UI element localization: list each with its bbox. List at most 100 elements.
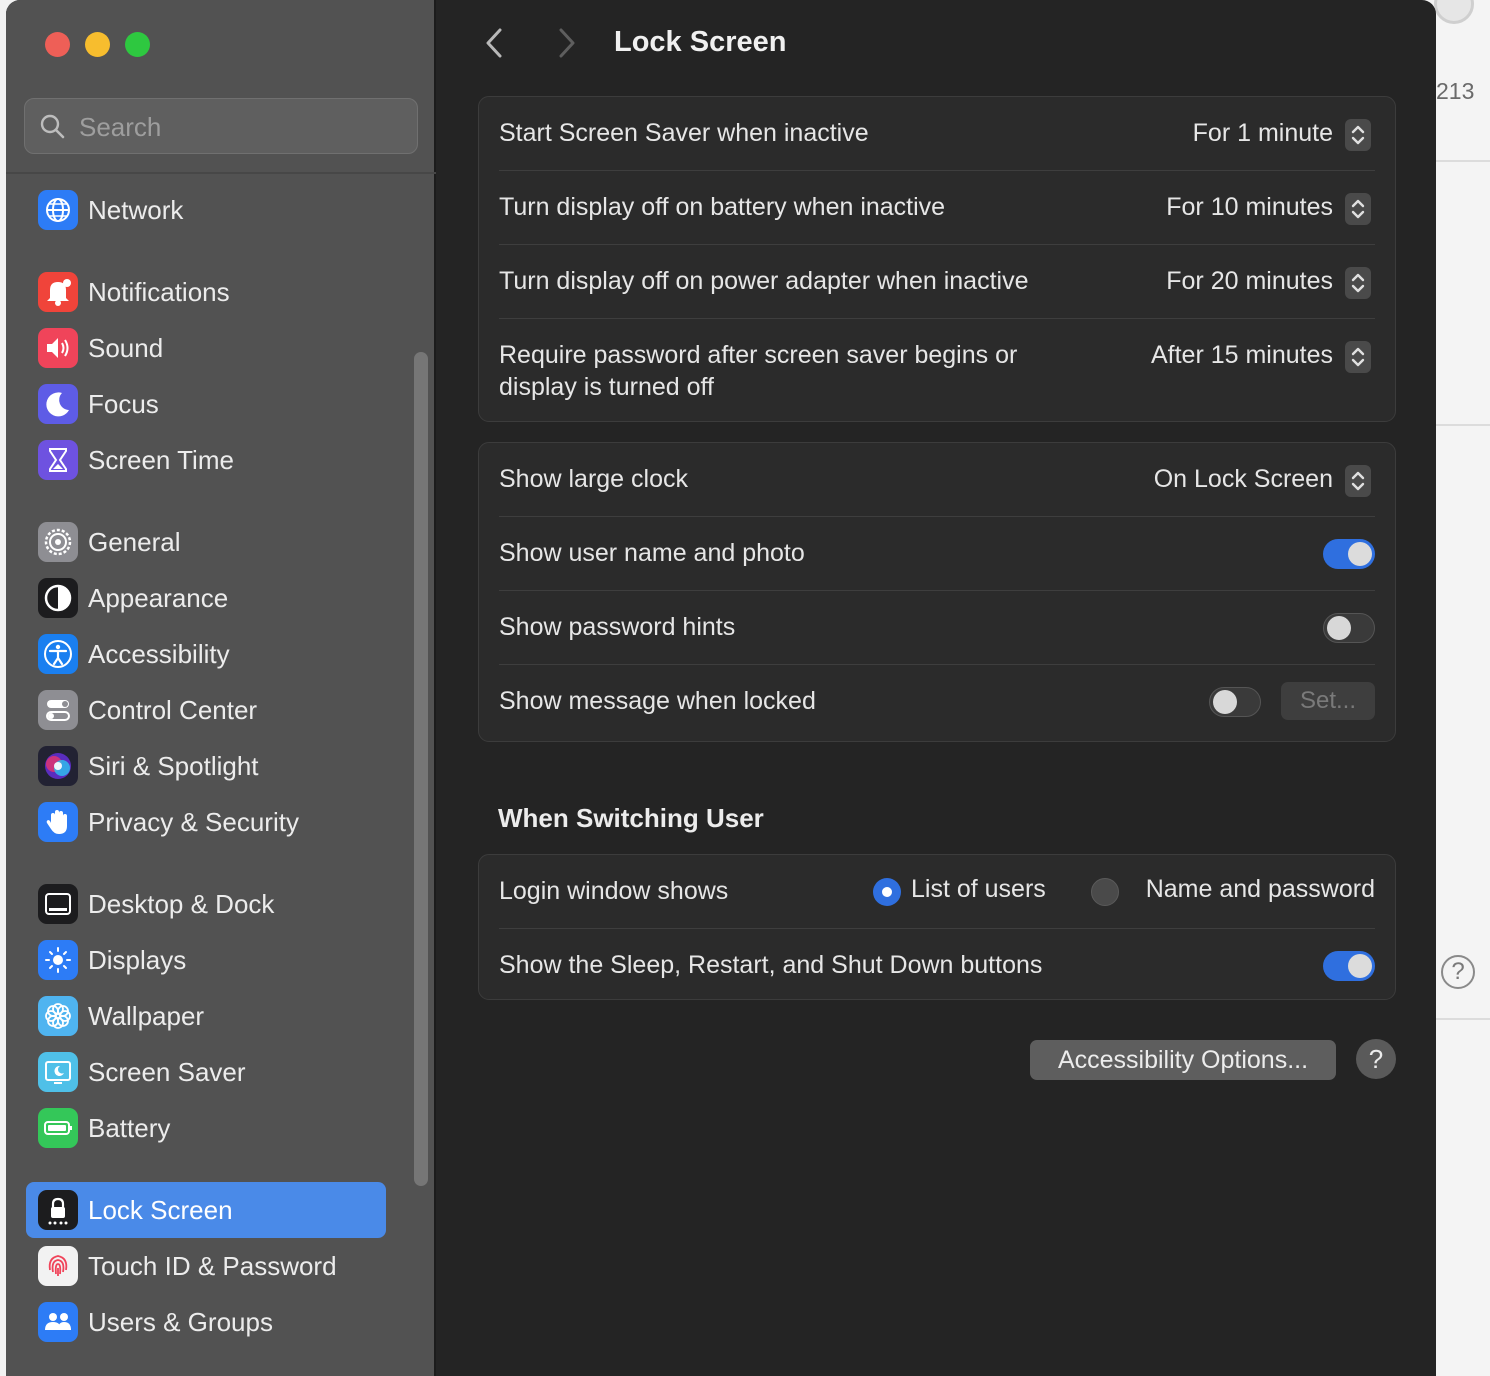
setting-row-large-clock: Show large clock On Lock Screen	[499, 463, 1375, 499]
popup-value: After 15 minutes	[1150, 341, 1333, 369]
sidebar-item-accessibility[interactable]: Accessibility	[26, 626, 386, 682]
sidebar-item-sound[interactable]: Sound	[26, 320, 386, 376]
sidebar-item-label: Sound	[88, 333, 164, 363]
switching-user-group: Login window shows List of users Name an…	[478, 854, 1396, 1000]
setting-label: Turn display off on battery when inactiv…	[499, 193, 946, 221]
sidebar-item-lock-screen[interactable]: Lock Screen	[26, 1182, 386, 1238]
sidebar-item-label: Accessibility	[88, 639, 230, 669]
radio-label: Name and password	[1145, 875, 1375, 903]
set-message-button[interactable]: Set...	[1281, 682, 1375, 720]
sidebar-item-label: Screen Time	[88, 445, 234, 475]
row-divider	[499, 318, 1375, 319]
sidebar-divider	[6, 172, 436, 174]
sun-icon	[38, 940, 78, 980]
sidebar-item-control-center[interactable]: Control Center	[26, 682, 386, 738]
setting-row-display-adapter: Turn display off on power adapter when i…	[499, 265, 1375, 301]
sidebar-item-label: Notifications	[88, 277, 230, 307]
sleep-buttons-toggle[interactable]	[1323, 951, 1375, 981]
sidebar-item-displays[interactable]: Displays	[26, 932, 386, 988]
sidebar-item-label: Users & Groups	[88, 1307, 273, 1337]
gear-icon	[38, 522, 78, 562]
minimize-button[interactable]	[85, 32, 110, 57]
back-button[interactable]	[480, 26, 510, 60]
password-hints-toggle[interactable]	[1323, 613, 1375, 643]
display-adapter-popup[interactable]: For 20 minutes	[1075, 265, 1375, 301]
sidebar-item-network[interactable]: Network	[26, 182, 386, 238]
sidebar-item-label: Displays	[88, 945, 187, 975]
sidebar-item-users-and-groups[interactable]: Users & Groups	[26, 1294, 386, 1350]
screen-saver-popup[interactable]: For 1 minute	[1075, 117, 1375, 153]
help-button[interactable]: ?	[1356, 1039, 1396, 1079]
sidebar-item-wallpaper[interactable]: Wallpaper	[26, 988, 386, 1044]
message-toggle[interactable]	[1209, 687, 1261, 717]
sidebar-item-siri-and-spotlight[interactable]: Siri & Spotlight	[26, 738, 386, 794]
popup-value: On Lock Screen	[1153, 465, 1333, 493]
sidebar-item-label: Wallpaper	[88, 1001, 205, 1031]
sidebar-item-label: Privacy & Security	[88, 807, 299, 837]
sidebar-item-label: Focus	[88, 389, 159, 419]
chevron-updown-icon	[1345, 465, 1371, 497]
sidebar-item-touch-id-and-password[interactable]: Touch ID & Password	[26, 1238, 386, 1294]
display-battery-popup[interactable]: For 10 minutes	[1075, 191, 1375, 227]
zoom-button[interactable]	[125, 32, 150, 57]
sidebar-item-notifications[interactable]: Notifications	[26, 264, 386, 320]
sidebar-item-screen-saver[interactable]: Screen Saver	[26, 1044, 386, 1100]
sidebar-item-battery[interactable]: Battery	[26, 1100, 386, 1156]
user-name-photo-toggle[interactable]	[1323, 539, 1375, 569]
sidebar-item-label: Battery	[88, 1113, 171, 1143]
sidebar-item-label: Touch ID & Password	[88, 1251, 337, 1281]
require-password-popup[interactable]: After 15 minutes	[1075, 339, 1375, 375]
sidebar-item-label: Network	[88, 195, 184, 225]
sidebar-item-label: Appearance	[88, 583, 229, 613]
sidebar-item-label: Screen Saver	[88, 1057, 246, 1087]
speaker-icon	[38, 328, 78, 368]
sidebar-item-focus[interactable]: Focus	[26, 376, 386, 432]
globe-icon	[38, 190, 78, 230]
background-number: 213	[1436, 78, 1475, 104]
close-button[interactable]	[45, 32, 70, 57]
background-divider	[1436, 160, 1490, 162]
setting-label: Start Screen Saver when inactive	[499, 119, 869, 147]
screen-saver-group: Start Screen Saver when inactive For 1 m…	[478, 96, 1396, 422]
sidebar-item-privacy-and-security[interactable]: Privacy & Security	[26, 794, 386, 850]
accessibility-options-button[interactable]: Accessibility Options...	[1030, 1040, 1336, 1080]
chevron-updown-icon	[1345, 119, 1371, 151]
lock-screen-display-group: Show large clock On Lock Screen Show use…	[478, 442, 1396, 742]
popup-value: For 10 minutes	[1166, 193, 1333, 221]
setting-row-message: Show message when locked Set...	[499, 682, 1375, 723]
forward-button[interactable]	[551, 26, 581, 60]
radio-label: List of users	[911, 875, 1046, 903]
settings-window: Search Network Notifications Sound Focus Scr…	[6, 0, 1436, 1376]
large-clock-popup[interactable]: On Lock Screen	[1075, 463, 1375, 499]
name-and-password-radio[interactable]	[1091, 878, 1119, 906]
siri-icon	[38, 746, 78, 786]
search-field[interactable]: Search	[24, 98, 418, 154]
sidebar-item-appearance[interactable]: Appearance	[26, 570, 386, 626]
setting-row-password-hints: Show password hints	[499, 611, 1375, 647]
row-divider	[499, 516, 1375, 517]
setting-label: Turn display off on power adapter when i…	[499, 267, 1029, 295]
row-divider	[499, 664, 1375, 665]
list-of-users-radio[interactable]	[873, 878, 901, 906]
switches-icon	[38, 690, 78, 730]
sidebar-item-label: Desktop & Dock	[88, 889, 275, 919]
moon-icon	[38, 384, 78, 424]
popup-value: For 20 minutes	[1166, 267, 1333, 295]
sidebar-item-label: General	[88, 527, 181, 557]
sidebar-item-general[interactable]: General	[26, 514, 386, 570]
popup-value: For 1 minute	[1192, 119, 1333, 147]
setting-row-require-password: Require password after screen saver begi…	[499, 339, 1375, 405]
sidebar-item-desktop-and-dock[interactable]: Desktop & Dock	[26, 876, 386, 932]
dock-icon	[38, 884, 78, 924]
sidebar-item-screen-time[interactable]: Screen Time	[26, 432, 386, 488]
background-window-right: 213 ?	[1434, 0, 1490, 1376]
setting-label: Require password after screen saver begi…	[499, 341, 1018, 401]
page-title: Lock Screen	[614, 26, 787, 58]
row-divider	[499, 244, 1375, 245]
sidebar-scrollbar[interactable]	[414, 352, 428, 1186]
row-divider	[499, 590, 1375, 591]
row-divider	[499, 928, 1375, 929]
background-avatar	[1434, 0, 1474, 24]
background-divider	[1436, 1018, 1490, 1020]
flower-icon	[38, 996, 78, 1036]
